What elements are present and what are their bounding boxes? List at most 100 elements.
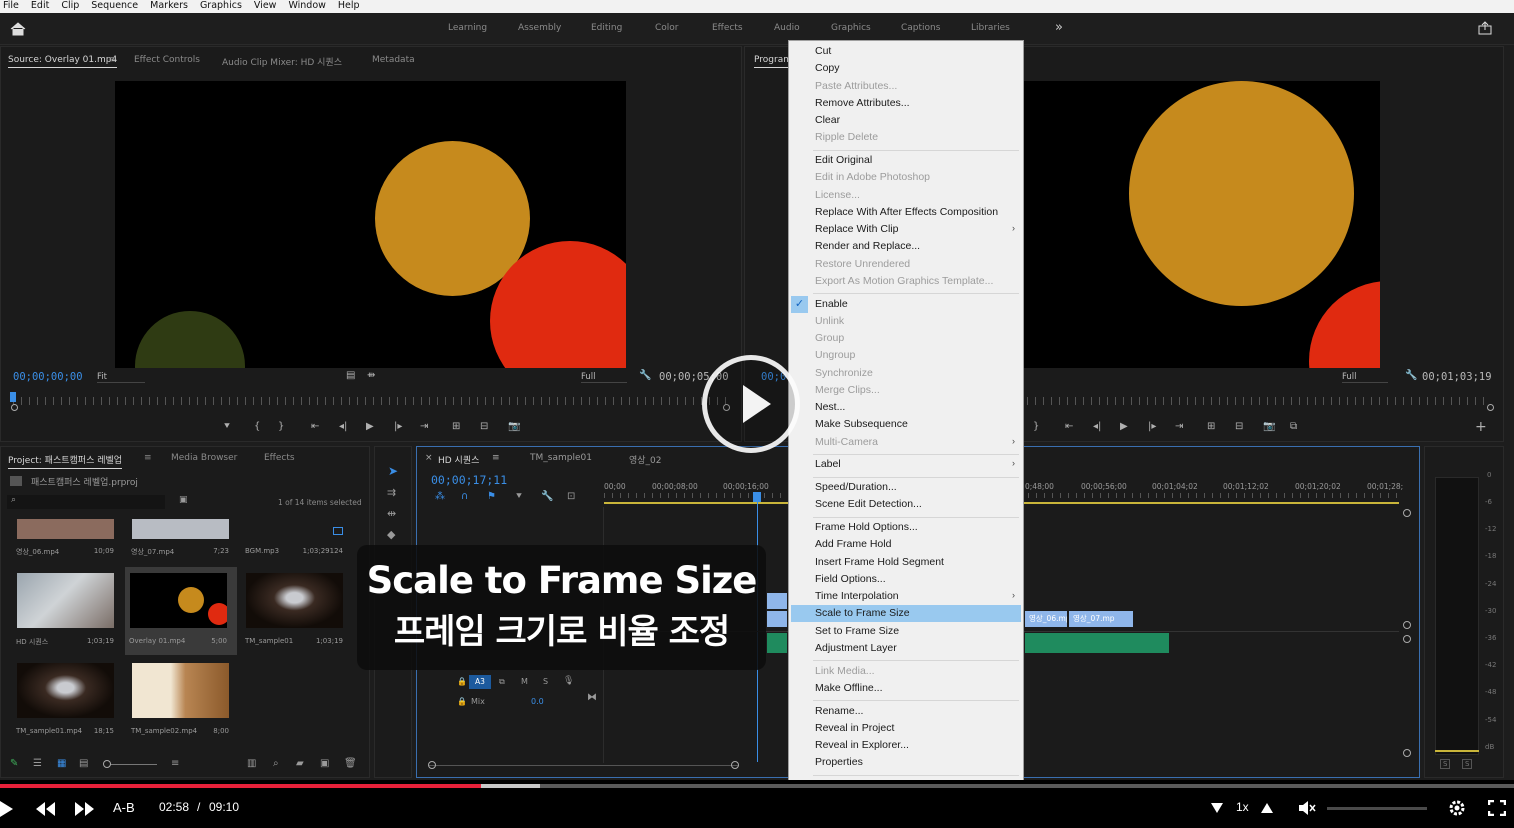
play-icon[interactable]: ▶: [366, 421, 374, 432]
menu-item-clear[interactable]: Clear: [815, 113, 840, 128]
menu-item-rename[interactable]: Rename...: [815, 704, 863, 719]
trash-icon[interactable]: 🗑: [344, 758, 357, 769]
video-clip[interactable]: 영상_07.mp: [1069, 611, 1133, 627]
menu-graphics[interactable]: Graphics: [200, 0, 242, 13]
play-icon[interactable]: [0, 801, 14, 817]
menu-clip[interactable]: Clip: [61, 0, 79, 13]
insert-edit-icon[interactable]: ⊞: [452, 421, 460, 432]
zoom-slider[interactable]: [105, 764, 157, 765]
step-back-icon[interactable]: ◂|: [339, 421, 347, 432]
extract-icon[interactable]: ⊟: [1235, 421, 1243, 432]
source-timecode[interactable]: 00;00;00;00: [13, 371, 83, 383]
video-vscroll-handle[interactable]: [1403, 509, 1411, 517]
playback-speed[interactable]: 1x: [1236, 800, 1249, 814]
comparison-view-icon[interactable]: ⧉: [1290, 421, 1297, 432]
mute-button[interactable]: M: [521, 677, 528, 686]
solo-right-button[interactable]: S: [1462, 759, 1473, 769]
tab-effects[interactable]: Effects: [264, 453, 295, 463]
new-bin-icon[interactable]: ▰: [296, 758, 304, 769]
workspace-captions[interactable]: Captions: [901, 23, 940, 33]
project-item[interactable]: TM_sample02.mp4 8;00: [127, 657, 239, 745]
menu-item-label[interactable]: Label: [815, 457, 841, 472]
menu-item-replace-with-after-effects-composition[interactable]: Replace With After Effects Composition: [815, 205, 998, 220]
workspace-editing[interactable]: Editing: [591, 23, 622, 33]
video-clip[interactable]: [767, 593, 787, 609]
insert-icon[interactable]: ▤: [346, 370, 355, 381]
selection-tool-icon[interactable]: ➤: [388, 464, 398, 478]
zoom-slider-handle[interactable]: [103, 760, 111, 768]
menu-item-reveal-in-explorer[interactable]: Reveal in Explorer...: [815, 738, 909, 753]
rewind-icon[interactable]: [36, 802, 56, 816]
workspace-assembly[interactable]: Assembly: [518, 23, 561, 33]
menu-item-nest[interactable]: Nest...: [815, 400, 845, 415]
razor-tool-icon[interactable]: ◆: [387, 528, 395, 541]
tab-hd-sequence[interactable]: HD 시퀀스: [438, 453, 479, 466]
timeline-timecode[interactable]: 00;00;17;11: [431, 473, 507, 487]
tab-audio-clip-mixer[interactable]: Audio Clip Mixer: HD 시퀀스: [222, 55, 342, 68]
menu-item-reveal-in-project[interactable]: Reveal in Project: [815, 721, 894, 736]
drag-icon[interactable]: ⇻: [367, 370, 375, 381]
menu-item-enable[interactable]: Enable: [815, 297, 848, 312]
menu-help[interactable]: Help: [338, 0, 360, 13]
menu-markers[interactable]: Markers: [150, 0, 188, 13]
menu-file[interactable]: File: [3, 0, 19, 13]
program-go-to-in-icon[interactable]: ⇤: [1065, 421, 1073, 432]
pencil-icon[interactable]: ✎: [10, 758, 18, 769]
program-go-to-out-icon[interactable]: ⇥: [1175, 421, 1183, 432]
video-clip[interactable]: [767, 611, 787, 627]
captions-icon[interactable]: ⊡: [567, 491, 575, 502]
program-export-frame-icon[interactable]: 📷: [1263, 421, 1275, 432]
workspace-more-button[interactable]: »: [1055, 20, 1063, 35]
progress-bar[interactable]: [0, 784, 1514, 788]
menu-item-frame-hold-options[interactable]: Frame Hold Options...: [815, 520, 918, 535]
track-select-tool-icon[interactable]: ⇉: [387, 486, 396, 499]
settings-gear-icon[interactable]: [1448, 799, 1466, 817]
menu-item-remove-attributes[interactable]: Remove Attributes...: [815, 96, 910, 111]
workspace-effects[interactable]: Effects: [712, 23, 743, 33]
menu-item-add-frame-hold[interactable]: Add Frame Hold: [815, 537, 891, 552]
video-play-overlay-icon[interactable]: [702, 355, 800, 453]
menu-item-scale-to-frame-size[interactable]: Scale to Frame Size: [815, 606, 910, 621]
lift-icon[interactable]: ⊞: [1207, 421, 1215, 432]
fast-forward-icon[interactable]: [75, 802, 95, 816]
program-ruler[interactable]: [1027, 397, 1487, 405]
mix-expand-icon[interactable]: ⧓: [587, 692, 597, 703]
menu-item-edit-original[interactable]: Edit Original: [815, 153, 872, 168]
mix-lock-icon[interactable]: 🔒: [457, 697, 467, 706]
source-resolution-dropdown[interactable]: Full: [581, 372, 627, 383]
linked-selection-icon[interactable]: ⚑: [487, 491, 496, 502]
mark-in-icon[interactable]: {: [254, 421, 260, 432]
add-button-icon[interactable]: +: [1475, 419, 1487, 435]
timeline-menu-glyph[interactable]: ≡: [492, 453, 500, 463]
tab-metadata[interactable]: Metadata: [372, 55, 415, 65]
workspace-graphics[interactable]: Graphics: [831, 23, 871, 33]
tab-effect-controls[interactable]: Effect Controls: [134, 55, 200, 65]
share-icon[interactable]: [1478, 21, 1492, 35]
find-icon[interactable]: ⌕: [273, 758, 279, 769]
project-item[interactable]: TM_sample01 1;03;19: [241, 567, 353, 655]
mute-icon[interactable]: [1298, 800, 1316, 816]
lock-track-icon[interactable]: 🔒: [457, 677, 467, 686]
timeline-playhead[interactable]: [753, 492, 761, 502]
automate-icon[interactable]: ▥: [247, 758, 256, 769]
ab-repeat-button[interactable]: A-B: [113, 800, 135, 815]
tab-source[interactable]: Source: Overlay 01.mp4: [8, 55, 118, 68]
menu-item-properties[interactable]: Properties: [815, 755, 863, 770]
program-step-forward-icon[interactable]: |▸: [1148, 421, 1156, 432]
audio-clip[interactable]: [1025, 633, 1169, 653]
tab-tm-sample01[interactable]: TM_sample01: [530, 453, 592, 463]
sync-lock-icon[interactable]: ⧉: [499, 677, 505, 687]
speed-up-icon[interactable]: [1261, 803, 1273, 813]
wrench-icon[interactable]: 🔧: [639, 370, 651, 381]
menu-item-scene-edit-detection[interactable]: Scene Edit Detection...: [815, 497, 922, 512]
audio-vscroll-handle[interactable]: [1403, 635, 1411, 643]
scroll-handle-right[interactable]: [731, 761, 739, 769]
project-item[interactable]: HD 시퀀스 1;03;19: [12, 567, 124, 655]
volume-slider[interactable]: [1327, 807, 1427, 810]
tab-menu-glyph[interactable]: ≡: [108, 55, 116, 65]
project-item[interactable]: TM_sample01.mp4 18;15: [12, 657, 124, 745]
workspace-learning[interactable]: Learning: [448, 23, 487, 33]
menu-item-make-subsequence[interactable]: Make Subsequence: [815, 417, 908, 432]
solo-button[interactable]: S: [543, 677, 548, 686]
freeform-view-icon[interactable]: ▤: [79, 758, 88, 769]
